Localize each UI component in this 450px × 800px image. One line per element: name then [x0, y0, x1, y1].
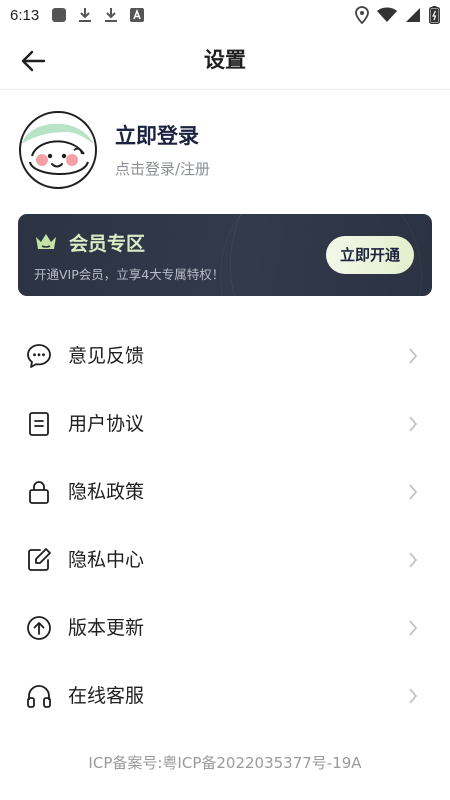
avatar[interactable] — [18, 110, 98, 190]
chat-bubble-icon — [27, 344, 51, 368]
icp-record: ICP备案号:粤ICP备2022035377号-19A — [88, 754, 362, 772]
chevron-right-icon — [409, 348, 418, 364]
status-time: 6:13 — [10, 6, 40, 24]
battery-icon — [429, 6, 440, 24]
download-icon — [77, 7, 93, 23]
activate-vip-button[interactable]: 立即开通 — [326, 236, 414, 274]
menu-item-privacy-policy[interactable]: 隐私政策 — [0, 458, 450, 526]
settings-menu: 意见反馈 用户协议 隐私政策 隐私中心 版本更新 在线客服 — [0, 322, 450, 730]
menu-label: 隐私政策 — [68, 481, 145, 503]
menu-label: 隐私中心 — [68, 549, 145, 571]
crown-icon — [36, 234, 56, 249]
chevron-right-icon — [409, 416, 418, 432]
font-icon — [129, 7, 145, 23]
document-icon — [29, 412, 49, 436]
signal-icon — [405, 7, 421, 23]
lock-icon — [29, 481, 49, 504]
vip-description: 开通VIP会员，立享4大专属特权！ — [34, 267, 225, 282]
menu-item-version-update[interactable]: 版本更新 — [0, 594, 450, 662]
status-bar: 6:13 — [0, 0, 450, 30]
headset-icon — [27, 685, 51, 708]
chevron-right-icon — [409, 620, 418, 636]
login-title[interactable]: 立即登录 — [115, 120, 199, 150]
chevron-right-icon — [409, 552, 418, 568]
menu-item-user-agreement[interactable]: 用户协议 — [0, 390, 450, 458]
menu-label: 用户协议 — [68, 413, 145, 435]
chevron-right-icon — [409, 484, 418, 500]
menu-item-privacy-center[interactable]: 隐私中心 — [0, 526, 450, 594]
status-system-icons — [355, 6, 440, 24]
arrow-left-icon — [21, 50, 46, 72]
login-subtitle[interactable]: 点击登录/注册 — [115, 158, 210, 179]
status-notification-icons — [51, 7, 145, 23]
app-header: 设置 — [0, 30, 450, 90]
wifi-icon — [377, 7, 397, 23]
menu-label: 在线客服 — [68, 685, 145, 707]
app-icon — [51, 7, 67, 23]
menu-label: 意见反馈 — [68, 345, 145, 367]
menu-item-online-service[interactable]: 在线客服 — [0, 662, 450, 730]
download-icon — [103, 7, 119, 23]
edit-note-icon — [28, 548, 51, 571]
location-icon — [355, 6, 369, 24]
page-title: 设置 — [204, 48, 246, 72]
login-profile[interactable]: 立即登录 点击登录/注册 — [18, 110, 432, 190]
vip-card[interactable]: 会员专区 开通VIP会员，立享4大专属特权！ 立即开通 — [18, 214, 432, 296]
vip-title: 会员专区 — [69, 233, 146, 255]
menu-item-feedback[interactable]: 意见反馈 — [0, 322, 450, 390]
chevron-right-icon — [409, 688, 418, 704]
menu-label: 版本更新 — [68, 617, 145, 639]
back-button[interactable] — [18, 46, 48, 76]
upgrade-icon — [27, 616, 51, 640]
